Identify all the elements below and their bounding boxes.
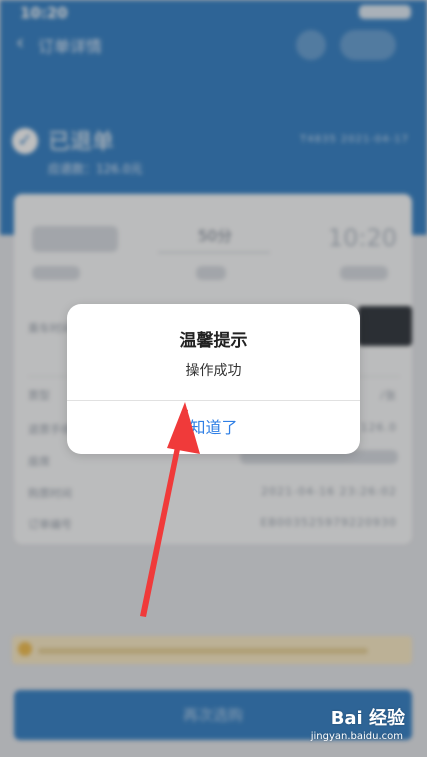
dialog-message: 操作成功: [185, 363, 242, 379]
watermark-logo: Bai 经验: [330, 708, 405, 729]
alert-dialog: 温馨提示 操作成功 知道了: [67, 304, 360, 454]
dialog-title: 温馨提示: [179, 331, 248, 351]
dialog-confirm-button[interactable]: 知道了: [67, 401, 360, 454]
watermark-url: jingyan.baidu.com: [310, 731, 403, 742]
app-screen: 10:20 ‹ 订单详情 ✓ 已退单 应退款：126.0元 T4835 2021…: [0, 0, 427, 757]
